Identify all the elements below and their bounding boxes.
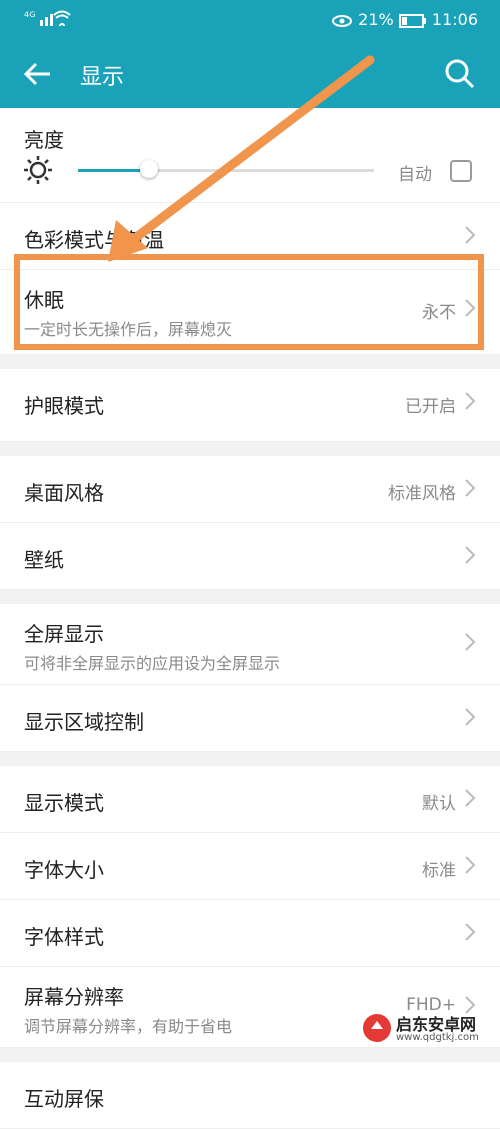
font-size-value: 标准	[422, 861, 456, 881]
chevron-right-icon	[465, 923, 476, 941]
section-divider	[0, 590, 500, 604]
sleep-value: 永不	[422, 303, 456, 323]
wallpaper-label: 壁纸	[24, 548, 64, 572]
brightness-slider-fill	[78, 169, 150, 172]
section-divider	[0, 1048, 500, 1062]
watermark-logo-icon	[363, 1014, 391, 1042]
settings-group-eye: 护眼模式 已开启	[0, 369, 500, 442]
brightness-slider-thumb[interactable]	[140, 160, 159, 178]
interactive-screensaver-row[interactable]: 互动屏保	[0, 1062, 500, 1129]
wallpaper-row[interactable]: 壁纸	[0, 523, 500, 590]
battery-icon	[398, 13, 426, 28]
section-divider	[0, 355, 500, 369]
brightness-slider[interactable]	[78, 160, 374, 178]
settings-group-fullscreen: 全屏显示 可将非全屏显示的应用设为全屏显示 显示区域控制	[0, 604, 500, 752]
clock: 11:06	[431, 10, 478, 29]
back-arrow-icon[interactable]	[22, 58, 54, 90]
sleep-label: 休眠	[24, 288, 64, 312]
fullscreen-description: 可将非全屏显示的应用设为全屏显示	[24, 654, 281, 673]
fullscreen-label: 全屏显示	[24, 622, 104, 646]
settings-group-home: 桌面风格 标准风格 壁纸	[0, 456, 500, 590]
status-bar: ⁴ᴳ 21% 11:06	[0, 0, 500, 42]
chevron-right-icon	[465, 708, 476, 726]
resolution-label: 屏幕分辨率	[24, 985, 124, 1009]
display-area-row[interactable]: 显示区域控制	[0, 685, 500, 752]
auto-brightness-label: 自动	[398, 165, 432, 185]
auto-brightness-checkbox[interactable]	[450, 160, 472, 182]
display-mode-row[interactable]: 显示模式 默认	[0, 766, 500, 833]
display-mode-value: 默认	[422, 794, 456, 814]
chevron-right-icon	[465, 479, 476, 497]
interactive-screensaver-label: 互动屏保	[24, 1087, 104, 1111]
battery-percent: 21%	[358, 10, 394, 29]
display-mode-label: 显示模式	[24, 791, 104, 815]
signal-icon	[39, 10, 71, 29]
settings-list: 亮度 自动 色彩模式与色温 休眠 一定时长无操作后，屏幕熄灭 永不 护眼模式 已…	[0, 108, 500, 1129]
sun-icon	[24, 156, 52, 184]
watermark-url: www.qdgtkj.com	[396, 1032, 479, 1043]
color-mode-row[interactable]: 色彩模式与色温	[0, 203, 500, 270]
search-icon[interactable]	[444, 58, 476, 90]
settings-group-display: 亮度 自动 色彩模式与色温 休眠 一定时长无操作后，屏幕熄灭 永不	[0, 108, 500, 355]
sleep-row[interactable]: 休眠 一定时长无操作后，屏幕熄灭 永不	[0, 270, 500, 355]
display-area-label: 显示区域控制	[24, 710, 144, 734]
home-style-label: 桌面风格	[24, 481, 104, 505]
font-style-label: 字体样式	[24, 925, 104, 949]
color-mode-label: 色彩模式与色温	[24, 228, 164, 252]
font-style-row[interactable]: 字体样式	[0, 900, 500, 967]
eye-comfort-value: 已开启	[405, 397, 456, 417]
resolution-description: 调节屏幕分辨率，有助于省电	[24, 1017, 233, 1036]
chevron-right-icon	[465, 546, 476, 564]
fullscreen-row[interactable]: 全屏显示 可将非全屏显示的应用设为全屏显示	[0, 604, 500, 685]
eye-comfort-row[interactable]: 护眼模式 已开启	[0, 369, 500, 442]
status-right: 21% 11:06	[331, 10, 478, 29]
signal-wifi-indicator: ⁴ᴳ	[24, 10, 84, 29]
page-title: 显示	[80, 65, 125, 90]
chevron-right-icon	[465, 392, 476, 410]
section-divider	[0, 752, 500, 766]
chevron-right-icon	[465, 299, 476, 317]
chevron-right-icon	[465, 789, 476, 807]
sleep-description: 一定时长无操作后，屏幕熄灭	[24, 320, 233, 339]
settings-group-fonts: 显示模式 默认 字体大小 标准 字体样式 屏幕分辨率 调节屏幕分辨率，有助于省电…	[0, 766, 500, 1048]
chevron-right-icon	[465, 856, 476, 874]
section-divider	[0, 442, 500, 456]
font-size-row[interactable]: 字体大小 标准	[0, 833, 500, 900]
settings-group-screensaver: 互动屏保	[0, 1062, 500, 1129]
eye-icon	[332, 14, 353, 27]
brightness-row: 亮度 自动	[0, 108, 500, 203]
eye-comfort-label: 护眼模式	[24, 394, 104, 418]
chevron-right-icon	[465, 226, 476, 244]
network-type-text: ⁴ᴳ	[24, 10, 36, 26]
chevron-right-icon	[465, 633, 476, 651]
brightness-label: 亮度	[24, 128, 64, 152]
home-style-value: 标准风格	[388, 484, 456, 504]
app-toolbar: 显示	[0, 42, 500, 108]
watermark: 启东安卓网 www.qdgtkj.com	[362, 1009, 492, 1049]
home-style-row[interactable]: 桌面风格 标准风格	[0, 456, 500, 523]
font-size-label: 字体大小	[24, 858, 104, 882]
